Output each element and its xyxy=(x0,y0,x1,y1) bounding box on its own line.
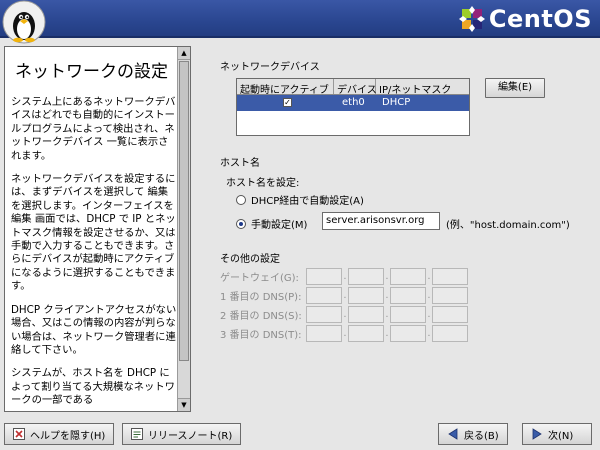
radio-manual[interactable]: 手動設定(M) xyxy=(236,216,307,231)
release-notes-button[interactable]: リリースノート(R) xyxy=(122,423,242,445)
column-header[interactable]: IP/ネットマスク xyxy=(376,79,469,96)
edit-button[interactable]: 編集(E) xyxy=(485,78,545,98)
gateway-row: ゲートウェイ(G): . . . xyxy=(220,268,468,285)
hostname-subtitle: ホスト名を設定: xyxy=(226,178,300,189)
ip-octet-input[interactable] xyxy=(306,287,342,304)
other-settings-title: その他の設定 xyxy=(220,254,280,265)
dns2-row: 2 番目の DNS(S): . . . xyxy=(220,306,468,323)
ip-octet-input[interactable] xyxy=(348,306,384,323)
ip-octet-input[interactable] xyxy=(432,306,468,323)
active-checkbox[interactable]: ✓ xyxy=(283,98,292,107)
back-label: 戻る(B) xyxy=(464,430,499,442)
help-paragraph: システムが、ホスト名を DHCP によって割り当てる大規模なネットワークの一部で… xyxy=(11,367,175,407)
next-label: 次(N) xyxy=(548,430,574,442)
bottom-bar: ヘルプを隠す(H) リリースノート(R) 戻る(B) 次(N) xyxy=(0,416,600,450)
table-row[interactable]: ✓ eth0 DHCP xyxy=(237,95,469,111)
next-arrow-icon xyxy=(531,428,543,440)
back-button[interactable]: 戻る(B) xyxy=(438,423,508,445)
logo-text: CentOS xyxy=(488,5,592,33)
release-notes-label: リリースノート(R) xyxy=(148,430,233,442)
hostname-title: ホスト名 xyxy=(220,158,260,169)
help-panel: ネットワークの設定 システム上にあるネットワークデバイスはどれでも自動的にインス… xyxy=(4,46,191,412)
ip-octet-input[interactable] xyxy=(390,306,426,323)
ip-octet-input[interactable] xyxy=(432,287,468,304)
device-cell: eth0 xyxy=(342,97,365,108)
help-paragraph: システム上にあるネットワークデバイスはどれでも自動的にインストールプログラムによ… xyxy=(11,96,176,162)
ip-octet-input[interactable] xyxy=(348,287,384,304)
network-devices-title: ネットワークデバイス xyxy=(220,62,320,73)
scroll-down-icon[interactable]: ▼ xyxy=(178,398,190,411)
ip-octet-input[interactable] xyxy=(390,287,426,304)
next-button[interactable]: 次(N) xyxy=(522,423,592,445)
radio-dhcp-circle[interactable] xyxy=(236,194,246,205)
ip-octet-input[interactable] xyxy=(390,268,426,285)
ip-octet-input[interactable] xyxy=(390,325,426,342)
ip-octet-input[interactable] xyxy=(306,268,342,285)
centos-logo: CentOS xyxy=(458,4,592,34)
ip-octet-input[interactable] xyxy=(432,268,468,285)
dns3-label: 3 番目の DNS(T): xyxy=(220,330,302,341)
radio-dhcp[interactable]: DHCP経由で自動設定(A) xyxy=(236,192,364,207)
device-table: 起動時にアクティブ デバイス IP/ネットマスク ✓ eth0 DHCP xyxy=(236,78,470,136)
gateway-label: ゲートウェイ(G): xyxy=(220,273,299,284)
ip-octet-input[interactable] xyxy=(306,306,342,323)
help-content: ネットワークの設定 システム上にあるネットワークデバイスはどれでも自動的にインス… xyxy=(11,55,177,411)
hide-help-label: ヘルプを隠す(H) xyxy=(30,430,106,442)
hostname-example: (例、"host.domain.com") xyxy=(446,220,570,231)
column-header[interactable]: 起動時にアクティブ xyxy=(237,79,334,96)
hide-help-button[interactable]: ヘルプを隠す(H) xyxy=(4,423,115,445)
ip-cell: DHCP xyxy=(382,97,411,108)
radio-manual-label[interactable]: 手動設定(M) xyxy=(251,216,307,231)
hostname-input[interactable]: server.arisonsvr.org xyxy=(322,212,440,230)
scroll-up-icon[interactable]: ▲ xyxy=(178,47,190,60)
column-header[interactable]: デバイス xyxy=(334,79,377,96)
help-title: ネットワークの設定 xyxy=(15,62,168,82)
help-paragraph: DHCP クライアントアクセスがない場合、又はこの情報の内容が判らない場合は、ネ… xyxy=(11,303,177,356)
ip-octet-input[interactable] xyxy=(348,268,384,285)
ip-octet-input[interactable] xyxy=(348,325,384,342)
radio-dhcp-label[interactable]: DHCP経由で自動設定(A) xyxy=(251,192,364,207)
centos-logo-icon xyxy=(458,6,485,32)
dns1-row: 1 番目の DNS(P): . . . xyxy=(220,287,468,304)
header-banner: CentOS xyxy=(0,0,600,44)
hide-help-icon xyxy=(13,428,25,440)
help-paragraph: ネットワークデバイスを設定するには、まずデバイスを選択して 編集 を選択します。… xyxy=(11,173,176,293)
ip-octet-input[interactable] xyxy=(432,325,468,342)
ip-octet-input[interactable] xyxy=(306,325,342,342)
main-area: ネットワークデバイス 起動時にアクティブ デバイス IP/ネットマスク ✓ et… xyxy=(200,44,596,414)
table-header: 起動時にアクティブ デバイス IP/ネットマスク xyxy=(237,79,469,96)
dns3-row: 3 番目の DNS(T): . . . xyxy=(220,325,468,342)
penguin-icon xyxy=(2,0,46,44)
help-scrollbar[interactable]: ▲ ▼ xyxy=(177,47,190,411)
release-notes-icon xyxy=(131,428,143,440)
scroll-thumb[interactable] xyxy=(179,61,189,361)
dns1-label: 1 番目の DNS(P): xyxy=(220,292,302,303)
dns2-label: 2 番目の DNS(S): xyxy=(220,311,302,322)
radio-manual-circle[interactable] xyxy=(236,218,246,229)
back-arrow-icon xyxy=(447,428,459,440)
